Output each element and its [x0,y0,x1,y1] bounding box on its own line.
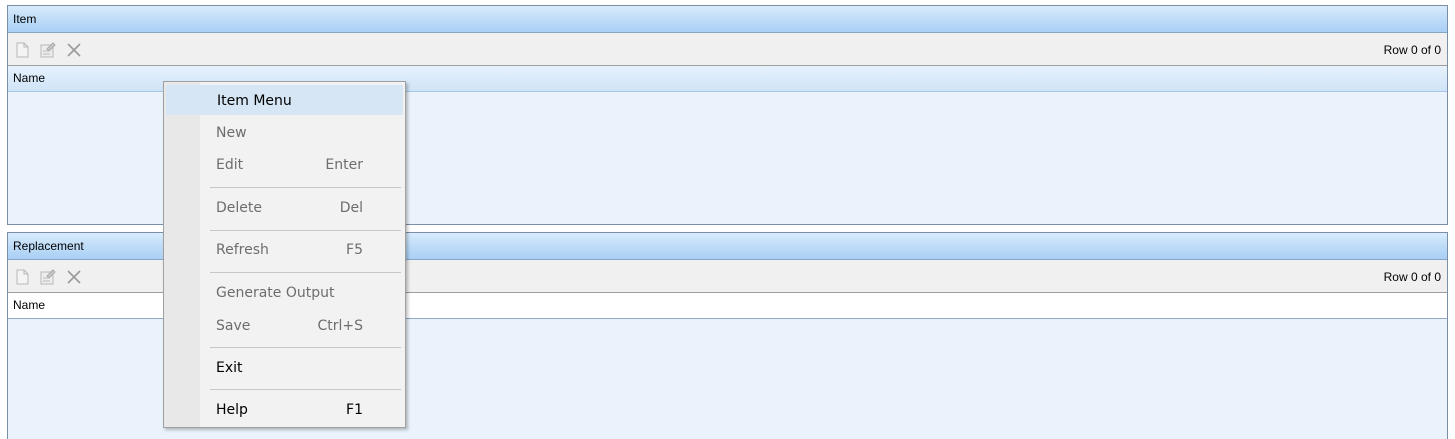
properties-icon[interactable] [39,41,57,59]
menu-label: Delete [216,200,262,216]
properties-icon[interactable] [39,268,57,286]
item-row-count: Row 0 of 0 [1383,43,1441,57]
delete-icon[interactable] [65,41,83,59]
menu-separator [210,389,401,390]
menu-label: Edit [216,157,244,173]
menu-item-title[interactable]: Item Menu [166,85,403,115]
context-menu: Item Menu New Edit Enter Delete Del Refr… [163,81,406,428]
menu-item-new[interactable]: New [166,118,403,148]
menu-shortcut: Enter [325,157,363,173]
menu-shortcut: F5 [346,242,363,258]
menu-separator [210,230,401,231]
menu-item-refresh[interactable]: Refresh F5 [166,235,403,265]
menu-title-label: Item Menu [217,93,292,109]
menu-shortcut: Del [339,200,363,216]
menu-shortcut: Ctrl+S [317,318,363,334]
menu-item-delete[interactable]: Delete Del [166,193,403,223]
menu-label: New [216,125,247,141]
new-icon[interactable] [13,41,31,59]
menu-item-edit[interactable]: Edit Enter [166,150,403,180]
menu-item-save[interactable]: Save Ctrl+S [166,311,403,341]
menu-label: Help [216,402,248,418]
menu-item-help[interactable]: Help F1 [166,395,403,425]
menu-label: Refresh [216,242,269,258]
menu-separator [210,347,401,348]
new-icon[interactable] [13,268,31,286]
menu-separator [210,187,401,188]
delete-icon[interactable] [65,268,83,286]
item-toolbar: Row 0 of 0 [8,33,1447,66]
menu-label: Generate Output [216,285,335,301]
menu-item-generate-output[interactable]: Generate Output [166,278,403,308]
menu-label: Save [216,318,251,334]
menu-shortcut: F1 [346,402,363,418]
item-panel-title: Item [8,6,1447,33]
menu-label: Exit [216,360,243,376]
menu-item-exit[interactable]: Exit [166,353,403,383]
menu-separator [210,272,401,273]
replacement-row-count: Row 0 of 0 [1383,270,1441,284]
